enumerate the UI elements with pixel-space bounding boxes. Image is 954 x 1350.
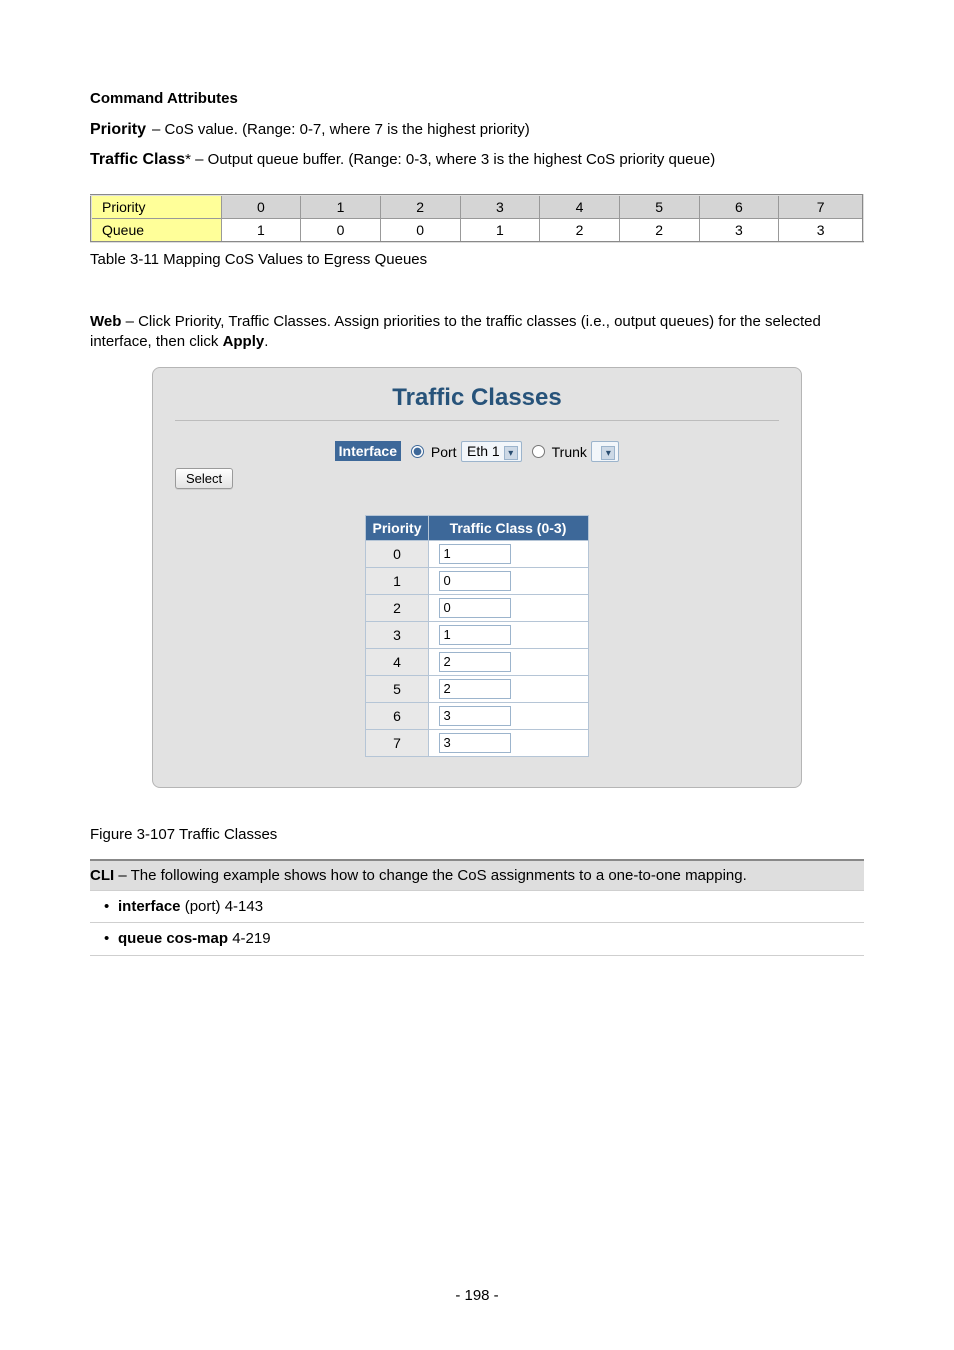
table-row: 5 xyxy=(366,675,588,702)
interface-label: Interface xyxy=(335,441,401,461)
priority-map-table: Priority 0 1 2 3 4 5 6 7 Queue 1 0 0 1 2… xyxy=(90,194,864,243)
cli-key: interface xyxy=(118,898,185,915)
tc-input[interactable] xyxy=(439,733,511,753)
port-select[interactable]: Eth 1▾ xyxy=(461,441,522,461)
cli-link: (port) 4-143 xyxy=(185,898,263,915)
table-row: 7 xyxy=(366,729,588,756)
tc-input[interactable] xyxy=(439,679,511,699)
table-row: 4 xyxy=(366,648,588,675)
select-button-wrap: Select xyxy=(175,468,779,489)
table-row: 6 xyxy=(366,702,588,729)
tc-input[interactable] xyxy=(439,706,511,726)
tc-input[interactable] xyxy=(439,544,511,564)
select-button[interactable]: Select xyxy=(175,468,233,489)
tc-input[interactable] xyxy=(439,571,511,591)
cmd-priority-label: Priority xyxy=(90,121,146,138)
cli-key: queue cos-map xyxy=(118,930,232,947)
cmd-priority-desc: – CoS value. (Range: 0-7, where 7 is the… xyxy=(152,121,530,138)
figure-caption: Figure 3-107 Traffic Classes xyxy=(90,826,864,843)
cli-header: CLI – The following example shows how to… xyxy=(90,859,864,891)
cmd-tc-label: Traffic Class xyxy=(90,151,185,168)
tc-th-class: Traffic Class (0-3) xyxy=(428,515,588,540)
trunk-select[interactable]: ▾ xyxy=(591,441,619,461)
panel-separator xyxy=(175,420,779,421)
tc-input[interactable] xyxy=(439,652,511,672)
panel-title: Traffic Classes xyxy=(175,384,779,420)
chevron-down-icon: ▾ xyxy=(601,446,615,460)
prio-row-label-1: Queue xyxy=(91,219,221,243)
table-row: 2 xyxy=(366,594,588,621)
bullet-icon: • xyxy=(104,897,109,917)
web-bold-2: Apply xyxy=(223,333,265,350)
interface-row: Interface Port Eth 1▾ Trunk ▾ xyxy=(175,441,779,462)
cmd-tc-desc: – Output queue buffer. (Range: 0-3, wher… xyxy=(191,151,715,168)
tc-th-priority: Priority xyxy=(366,515,428,540)
table-row: 0 xyxy=(366,540,588,567)
traffic-class-table: Priority Traffic Class (0-3) 0 1 2 3 4 5… xyxy=(365,515,588,757)
trunk-label: Trunk xyxy=(552,443,587,459)
table-row: 3 xyxy=(366,621,588,648)
traffic-classes-panel: Traffic Classes Interface Port Eth 1▾ Tr… xyxy=(152,367,802,788)
cli-text: – The following example shows how to cha… xyxy=(114,867,747,884)
tc-input[interactable] xyxy=(439,625,511,645)
web-text-1: – Click Priority, Traffic Classes. Assig… xyxy=(90,313,821,350)
prio-row-label-0: Priority xyxy=(91,195,221,219)
cli-item: • queue cos-map 4-219 xyxy=(90,923,864,956)
cli-bold: CLI xyxy=(90,867,114,884)
cmd-attr-header: Command Attributes xyxy=(90,90,864,107)
table-row: 1 xyxy=(366,567,588,594)
web-text-2: . xyxy=(264,333,268,350)
trunk-radio[interactable] xyxy=(532,445,545,458)
web-bold-1: Web xyxy=(90,313,121,330)
page-number: - 198 - xyxy=(0,1287,954,1304)
port-radio[interactable] xyxy=(411,445,424,458)
tc-input[interactable] xyxy=(439,598,511,618)
prio-table-caption: Table 3-11 Mapping CoS Values to Egress … xyxy=(90,251,864,268)
port-label: Port xyxy=(431,443,457,459)
cli-item: • interface (port) 4-143 xyxy=(90,891,864,924)
cli-link: 4-219 xyxy=(232,930,270,947)
chevron-down-icon: ▾ xyxy=(504,446,518,460)
bullet-icon: • xyxy=(104,929,109,949)
